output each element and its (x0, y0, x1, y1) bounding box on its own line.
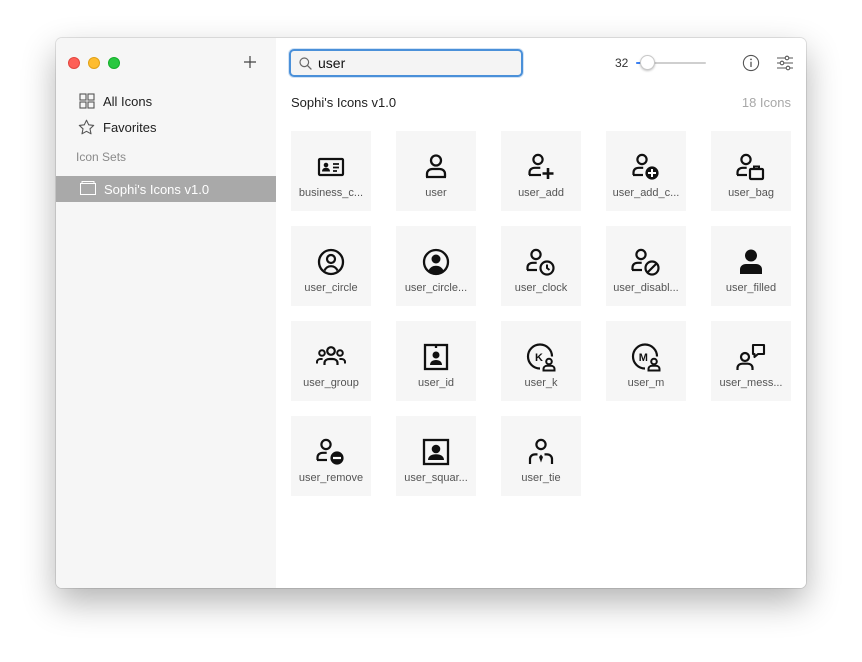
icon-name-label: user_tie (521, 472, 561, 484)
user-bag-icon (736, 153, 765, 181)
business-card-icon (317, 157, 345, 177)
icon-name-label: user_remove (298, 472, 364, 484)
user-circle-icon (317, 248, 345, 276)
user-square-icon (422, 438, 450, 466)
icon-name-label: user_filled (725, 282, 777, 294)
icon-name-label: user_m (627, 377, 665, 389)
user-message-icon (736, 343, 766, 370)
user-filled-icon (740, 249, 762, 274)
user-id-icon (423, 343, 449, 371)
icon-tile[interactable]: user_circle (291, 226, 371, 306)
icon-size-value: 32 (615, 56, 629, 70)
sidebar-item-all-icons[interactable]: All Icons (78, 90, 152, 112)
icon-tile[interactable]: Muser_m (606, 321, 686, 401)
icon-name-label: user_mess... (719, 377, 783, 389)
user-disabled-icon (631, 248, 660, 276)
user-clock-icon (526, 248, 555, 276)
user-remove-icon (316, 438, 344, 465)
icon-tile[interactable]: user_mess... (711, 321, 791, 401)
icon-size-slider[interactable] (636, 55, 706, 70)
icon-name-label: user_add (518, 187, 564, 199)
user-tie-icon (528, 438, 554, 464)
sidebar: All Icons Favorites Icon Sets Sophi's Ic… (56, 38, 276, 588)
icon-tile[interactable]: user_filled (711, 226, 791, 306)
search-input[interactable] (318, 55, 508, 71)
icon-name-label: user (425, 187, 447, 199)
search-icon (299, 56, 312, 70)
settings-button[interactable] (776, 54, 794, 72)
user-add-circle-icon (632, 153, 659, 180)
icon-tile[interactable]: user_group (291, 321, 371, 401)
icon-name-label: user_circle (304, 282, 358, 294)
set-label: Sophi's Icons v1.0 (104, 181, 210, 197)
icon-name-label: user_group (303, 377, 359, 389)
main-panel: 32 Sophi's Icons v1.0 18 Icons business_… (276, 38, 806, 588)
star-icon (78, 119, 95, 136)
icon-tile[interactable]: business_c... (291, 131, 371, 211)
icon-tile[interactable]: user_id (396, 321, 476, 401)
user-k-icon: K (526, 343, 556, 372)
icon-tile[interactable]: user (396, 131, 476, 211)
icon-name-label: user_disabl... (613, 282, 679, 294)
icon-name-label: user_squar... (404, 472, 468, 484)
svg-text:K: K (535, 352, 543, 364)
user-icon (425, 154, 447, 179)
folder-icon (80, 180, 96, 198)
user-m-icon: M (631, 343, 661, 372)
info-button[interactable] (742, 54, 760, 72)
svg-text:M: M (639, 352, 648, 364)
icon-tile[interactable]: user_clock (501, 226, 581, 306)
page-title: Sophi's Icons v1.0 (291, 95, 397, 110)
icon-name-label: user_add_c... (612, 187, 680, 199)
icon-tile[interactable]: Kuser_k (501, 321, 581, 401)
search-field[interactable] (289, 49, 523, 77)
icon-count: 18 Icons (741, 95, 791, 110)
info-icon (742, 54, 760, 72)
plus-icon (244, 56, 256, 68)
user-group-icon (316, 346, 346, 365)
icon-tile[interactable]: user_squar... (396, 416, 476, 496)
app-window: All Icons Favorites Icon Sets Sophi's Ic… (56, 38, 806, 588)
icon-name-label: user_id (417, 377, 455, 389)
minimize-window-button[interactable] (88, 57, 100, 69)
icon-name-label: user_bag (728, 187, 774, 199)
icon-tile[interactable]: user_bag (711, 131, 791, 211)
icon-name-label: user_k (524, 377, 558, 389)
icon-tile[interactable]: user_add (501, 131, 581, 211)
icon-name-label: business_c... (298, 187, 364, 199)
icon-tile[interactable]: user_circle... (396, 226, 476, 306)
sidebar-item-sophis-icons[interactable]: Sophi's Icons v1.0 (56, 176, 276, 202)
icon-grid: business_c... user user_add user_add_c... us… (291, 131, 791, 496)
icon-tile[interactable]: user_tie (501, 416, 581, 496)
icon-sets-heading: Icon Sets (76, 150, 127, 164)
sidebar-item-label: All Icons (103, 93, 153, 109)
sidebar-item-favorites[interactable]: Favorites (78, 116, 156, 138)
icon-name-label: user_circle... (404, 282, 468, 294)
sliders-icon (777, 55, 793, 71)
icon-name-label: user_clock (514, 282, 568, 294)
user-add-icon (528, 153, 554, 179)
slider-thumb[interactable] (640, 55, 655, 70)
icon-tile[interactable]: user_add_c... (606, 131, 686, 211)
grid-icon (78, 93, 95, 110)
icon-tile[interactable]: user_remove (291, 416, 371, 496)
close-window-button[interactable] (68, 57, 80, 69)
sidebar-item-label: Favorites (103, 119, 157, 135)
user-circle-filled-icon (422, 248, 450, 276)
zoom-window-button[interactable] (108, 57, 120, 69)
add-set-button[interactable] (240, 52, 260, 72)
icon-tile[interactable]: user_disabl... (606, 226, 686, 306)
